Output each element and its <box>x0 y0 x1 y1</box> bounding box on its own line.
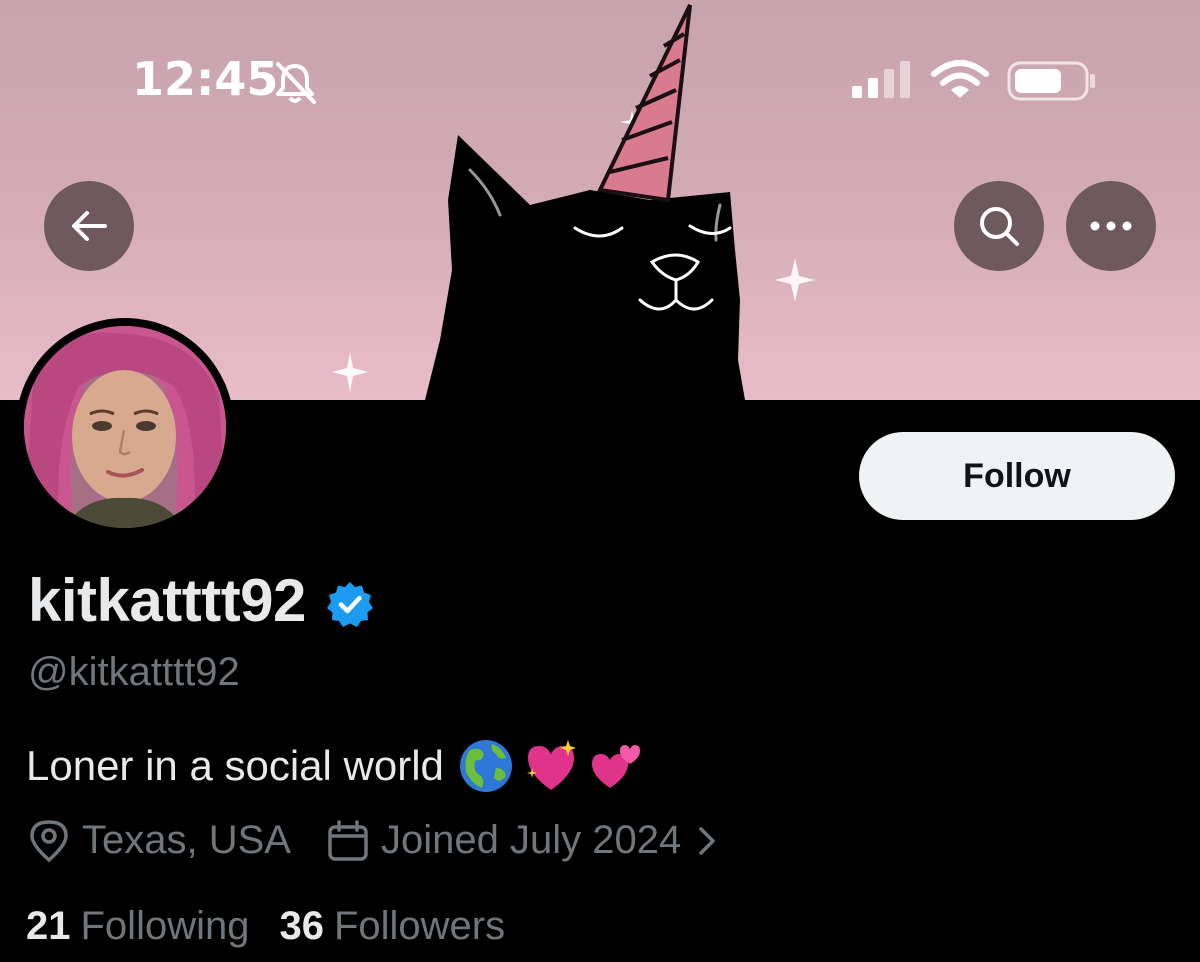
joined-item[interactable]: Joined July 2024 <box>327 818 717 863</box>
follow-counts: 21 Following 36 Followers <box>26 904 505 949</box>
display-name-row: kitkatttt92 <box>28 566 374 635</box>
location-pin-icon <box>30 819 68 862</box>
search-icon <box>980 207 1019 246</box>
profile-meta: Texas, USA Joined July 2024 <box>28 818 717 863</box>
arrow-left-icon <box>72 211 107 241</box>
two-hearts-icon <box>591 745 640 788</box>
followers-label: Followers <box>333 904 506 948</box>
following-count-link[interactable]: 21 Following <box>26 904 249 949</box>
chevron-right-icon <box>699 826 715 855</box>
location-item: Texas, USA <box>28 818 291 863</box>
following-label: Following <box>80 904 250 948</box>
joined-text: Joined July 2024 <box>380 818 682 862</box>
bio-emojis <box>458 738 644 794</box>
more-icon <box>1090 221 1132 231</box>
user-handle: @kitkatttt92 <box>28 650 240 694</box>
avatar-photo <box>24 326 226 528</box>
verified-badge-icon[interactable] <box>326 580 374 628</box>
bio: Loner in a social world <box>26 738 644 794</box>
globe-americas-icon <box>459 740 512 792</box>
location-text: Texas, USA <box>82 818 291 862</box>
profile-avatar[interactable] <box>16 318 234 536</box>
calendar-icon <box>328 819 368 861</box>
follow-button[interactable]: Follow <box>859 432 1175 520</box>
status-time: 12:45 <box>132 52 279 106</box>
back-button[interactable] <box>44 181 134 271</box>
display-name: kitkatttt92 <box>28 567 306 634</box>
battery-icon <box>1007 61 1095 101</box>
followers-count-link[interactable]: 36 Followers <box>279 904 505 949</box>
bell-muted-icon <box>276 62 316 104</box>
cellular-signal-icon <box>852 61 910 98</box>
following-count: 21 <box>26 904 71 948</box>
status-bar: 12:45 <box>0 0 1200 160</box>
wifi-icon <box>931 60 989 98</box>
more-options-button[interactable] <box>1066 181 1156 271</box>
sparkling-heart-icon <box>526 740 576 790</box>
bio-text: Loner in a social world <box>26 742 444 789</box>
followers-count: 36 <box>279 904 324 948</box>
search-button[interactable] <box>954 181 1044 271</box>
